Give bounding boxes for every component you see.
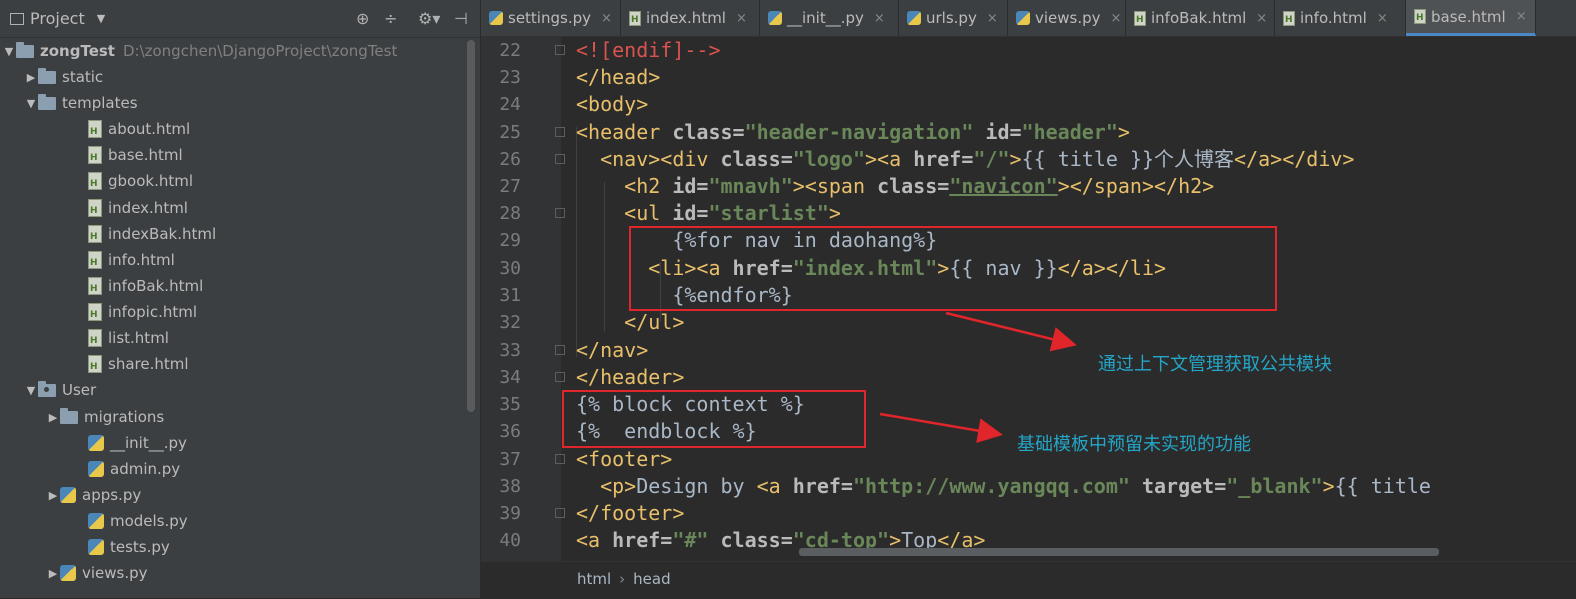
arrow-2	[879, 412, 1003, 443]
arrow-1	[945, 311, 1077, 352]
annotation-note-2: 基础模板中预留未实现的功能	[1017, 434, 1251, 455]
annotation-arrows	[879, 311, 1077, 443]
annotation-note-1: 通过上下文管理获取公共模块	[1098, 354, 1332, 375]
